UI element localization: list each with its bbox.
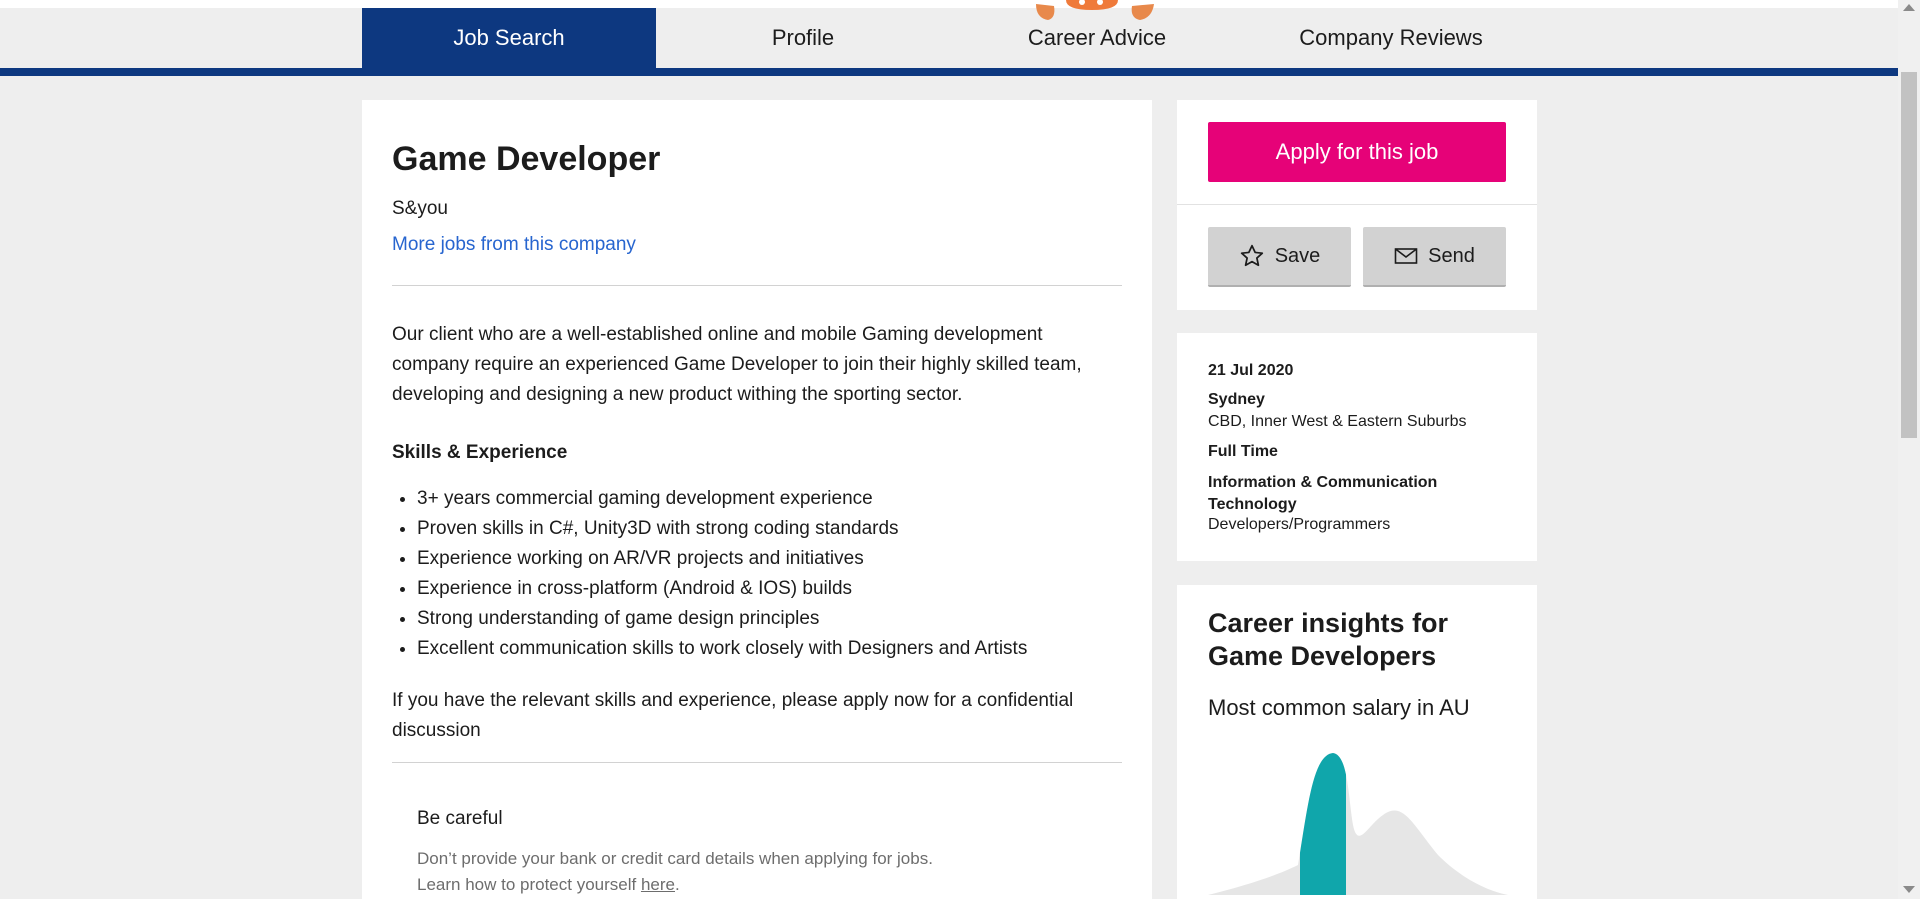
send-button[interactable]: Send [1363, 227, 1506, 287]
divider [392, 285, 1122, 286]
salary-distribution-chart [1208, 753, 1508, 895]
top-strip [0, 0, 1898, 8]
nav-underline [0, 68, 1898, 76]
salary-distribution-curve [1208, 753, 1508, 895]
insights-heading: Career insights for Game Developers [1208, 608, 1449, 671]
list-item: Strong understanding of game design prin… [417, 604, 1117, 634]
warning-heading: Be careful [417, 808, 503, 829]
tab-profile[interactable]: Profile [656, 8, 950, 68]
location-area: CBD, Inner West & Eastern Suburbs [1208, 413, 1467, 430]
warning-line-prefix: Learn how to protect yourself [417, 875, 641, 894]
work-type: Full Time [1208, 443, 1278, 460]
scroll-up-arrow-icon[interactable] [1903, 4, 1915, 11]
location: Sydney [1208, 391, 1265, 408]
insights-subheading: Most common salary in AU [1208, 695, 1470, 720]
save-button[interactable]: Save [1208, 227, 1351, 287]
warning-line-suffix: . [675, 875, 680, 894]
tab-company-reviews[interactable]: Company Reviews [1244, 8, 1538, 68]
job-description: Our client who are a well-established on… [392, 324, 1082, 405]
tab-label: Profile [771, 25, 835, 50]
warning-line: Learn how to protect yourself here. [417, 872, 933, 898]
star-icon [1240, 244, 1263, 267]
actions-card: Apply for this job Save Send [1177, 100, 1537, 310]
apply-button[interactable]: Apply for this job [1208, 122, 1506, 182]
classification: Information & Communication Technology [1208, 474, 1438, 513]
tab-label: Company Reviews [1299, 25, 1483, 50]
skills-heading: Skills & Experience [392, 442, 568, 463]
save-label: Save [1274, 244, 1321, 267]
list-item: 3+ years commercial gaming development e… [417, 484, 1117, 514]
company-name: S&you [392, 198, 448, 219]
listing-date: 21 Jul 2020 [1208, 362, 1294, 379]
list-item: Experience working on AR/VR projects and… [417, 544, 1117, 574]
skills-list: 3+ years commercial gaming development e… [417, 484, 1117, 664]
job-title: Game Developer [392, 140, 661, 178]
divider [392, 762, 1122, 763]
career-insights-card: Career insights for Game Developers Most… [1177, 585, 1537, 899]
scroll-thumb[interactable] [1901, 72, 1917, 438]
tab-job-search[interactable]: Job Search [362, 8, 656, 68]
scrollbar[interactable] [1898, 0, 1920, 899]
send-label: Send [1428, 244, 1475, 267]
scroll-down-arrow-icon[interactable] [1903, 886, 1915, 893]
more-jobs-link[interactable]: More jobs from this company [392, 234, 636, 256]
list-item: Experience in cross-platform (Android & … [417, 574, 1117, 604]
protect-yourself-link[interactable]: here [641, 875, 675, 894]
sub-classification: Developers/Programmers [1208, 516, 1391, 533]
list-item: Proven skills in C#, Unity3D with strong… [417, 514, 1117, 544]
tab-label: Job Search [453, 25, 565, 50]
warning-text: Don’t provide your bank or credit card d… [417, 846, 933, 898]
tab-label: Career Advice [1027, 25, 1167, 50]
divider [1177, 204, 1537, 205]
list-item: Excellent communication skills to work c… [417, 634, 1117, 664]
job-details-card: Game Developer S&you More jobs from this… [362, 100, 1152, 899]
warning-line: Don’t provide your bank or credit card d… [417, 849, 933, 868]
mascot-icon [1036, 0, 1154, 20]
envelope-icon [1394, 248, 1418, 264]
closing-text: If you have the relevant skills and expe… [392, 690, 1074, 741]
job-meta-card: 21 Jul 2020 Sydney CBD, Inner West & Eas… [1177, 333, 1537, 561]
